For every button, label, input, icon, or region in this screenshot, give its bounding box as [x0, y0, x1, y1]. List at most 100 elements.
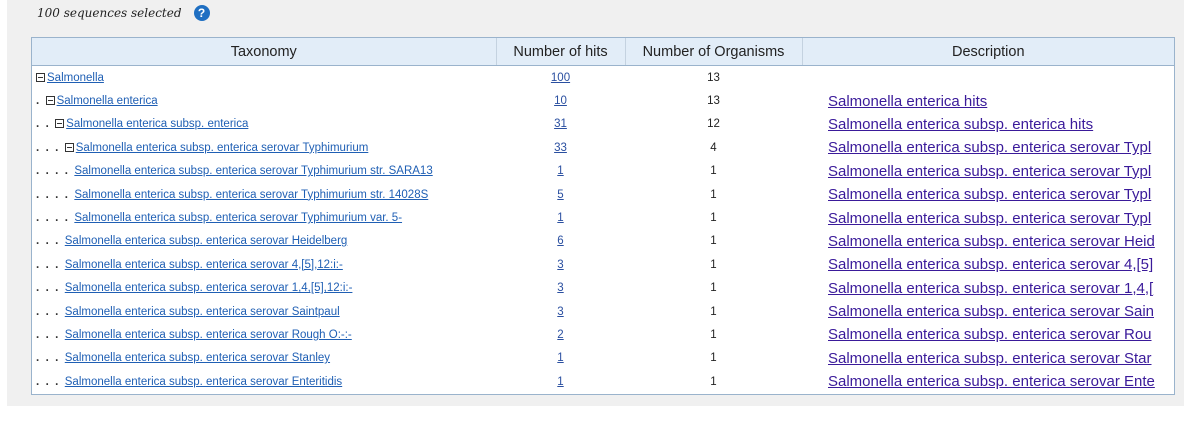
- description-cell: Salmonella enterica subsp. enterica sero…: [802, 300, 1174, 323]
- taxonomy-link[interactable]: Salmonella enterica subsp. enterica sero…: [76, 142, 369, 154]
- description-cell: Salmonella enterica subsp. enterica sero…: [802, 370, 1174, 393]
- taxonomy-cell: . . Salmonella enterica subsp. enterica: [32, 113, 496, 136]
- taxonomy-link[interactable]: Salmonella: [47, 72, 104, 84]
- organisms-count: 1: [710, 188, 717, 201]
- hits-cell: 2: [496, 323, 625, 346]
- tree-indent-dots: . . .: [36, 375, 65, 388]
- table-row: . . . Salmonella enterica subsp. enteric…: [32, 323, 1174, 346]
- collapse-toggle-icon[interactable]: [64, 142, 74, 152]
- taxonomy-link[interactable]: Salmonella enterica subsp. enterica: [66, 118, 248, 130]
- hits-link[interactable]: 6: [557, 235, 563, 247]
- collapse-toggle-icon[interactable]: [45, 96, 55, 106]
- taxonomy-link[interactable]: Salmonella enterica subsp. enterica sero…: [65, 329, 352, 341]
- description-link[interactable]: Salmonella enterica subsp. enterica sero…: [828, 303, 1154, 320]
- hits-link[interactable]: 33: [554, 142, 567, 154]
- description-link[interactable]: Salmonella enterica subsp. enterica sero…: [828, 233, 1155, 250]
- taxonomy-link[interactable]: Salmonella enterica subsp. enterica sero…: [74, 165, 432, 177]
- taxonomy-table: Taxonomy Number of hits Number of Organi…: [32, 38, 1174, 393]
- description-cell: Salmonella enterica subsp. enterica sero…: [802, 323, 1174, 346]
- taxonomy-link[interactable]: Salmonella enterica subsp. enterica sero…: [65, 306, 340, 318]
- description-cell: Salmonella enterica subsp. enterica sero…: [802, 183, 1174, 206]
- table-row: . . . . Salmonella enterica subsp. enter…: [32, 160, 1174, 183]
- hits-cell: 10: [496, 89, 625, 112]
- hits-link[interactable]: 3: [557, 306, 563, 318]
- taxonomy-link[interactable]: Salmonella enterica subsp. enterica sero…: [65, 282, 353, 294]
- table-row: . . . Salmonella enterica subsp. enteric…: [32, 136, 1174, 159]
- hits-link[interactable]: 1: [557, 352, 563, 364]
- organisms-count: 1: [710, 282, 717, 295]
- organisms-count: 1: [710, 352, 717, 365]
- description-link[interactable]: Salmonella enterica subsp. enterica hits: [828, 116, 1093, 133]
- description-link[interactable]: Salmonella enterica subsp. enterica sero…: [828, 350, 1152, 367]
- description-cell: Salmonella enterica hits: [802, 89, 1174, 112]
- taxonomy-link[interactable]: Salmonella enterica subsp. enterica sero…: [65, 352, 330, 364]
- header-number-of-hits[interactable]: Number of hits: [496, 38, 626, 66]
- hits-link[interactable]: 1: [557, 212, 563, 224]
- hits-link[interactable]: 3: [557, 259, 563, 271]
- hits-link[interactable]: 1: [557, 376, 563, 388]
- description-link[interactable]: Salmonella enterica subsp. enterica sero…: [828, 373, 1155, 390]
- collapse-toggle-icon[interactable]: [36, 72, 45, 82]
- hits-cell: 100: [496, 66, 625, 90]
- description-cell: Salmonella enterica subsp. enterica sero…: [802, 160, 1174, 183]
- tree-indent-dots: . . . .: [36, 212, 75, 225]
- organisms-count: 1: [710, 235, 717, 248]
- hits-link[interactable]: 10: [554, 95, 567, 107]
- description-link[interactable]: Salmonella enterica hits: [828, 93, 987, 110]
- hits-cell: 33: [496, 136, 625, 159]
- description-link[interactable]: Salmonella enterica subsp. enterica sero…: [828, 186, 1151, 203]
- hits-link[interactable]: 1: [557, 165, 563, 177]
- hits-cell: 3: [496, 253, 625, 276]
- taxonomy-link[interactable]: Salmonella enterica subsp. enterica sero…: [65, 235, 348, 247]
- table-row: . . . Salmonella enterica subsp. enteric…: [32, 277, 1174, 300]
- description-cell: Salmonella enterica subsp. enterica sero…: [802, 136, 1174, 159]
- header-description[interactable]: Description: [802, 38, 1174, 66]
- help-icon[interactable]: ?: [193, 5, 210, 21]
- description-cell: Salmonella enterica subsp. enterica sero…: [802, 230, 1174, 253]
- description-cell: Salmonella enterica subsp. enterica sero…: [802, 347, 1174, 370]
- taxonomy-cell: . . . Salmonella enterica subsp. enteric…: [32, 323, 496, 346]
- table-row: . . . Salmonella enterica subsp. enteric…: [32, 370, 1174, 393]
- taxonomy-cell: . . . Salmonella enterica subsp. enteric…: [32, 230, 496, 253]
- tree-indent-dots: .: [36, 95, 46, 108]
- taxonomy-link[interactable]: Salmonella enterica subsp. enterica sero…: [74, 189, 428, 201]
- hits-cell: 3: [496, 300, 625, 323]
- taxonomy-cell: . . . Salmonella enterica subsp. enteric…: [32, 136, 496, 159]
- description-link[interactable]: Salmonella enterica subsp. enterica sero…: [828, 280, 1153, 297]
- hits-cell: 31: [496, 113, 625, 136]
- taxonomy-cell: . . . Salmonella enterica subsp. enteric…: [32, 277, 496, 300]
- taxonomy-cell: . . . . Salmonella enterica subsp. enter…: [32, 206, 496, 229]
- hits-link[interactable]: 2: [557, 329, 563, 341]
- header-number-of-organisms[interactable]: Number of Organisms: [625, 38, 803, 66]
- hits-link[interactable]: 100: [551, 72, 570, 84]
- hits-link[interactable]: 5: [557, 189, 563, 201]
- taxonomy-link[interactable]: Salmonella enterica: [57, 95, 158, 107]
- description-cell: Salmonella enterica subsp. enterica sero…: [802, 253, 1174, 276]
- description-link[interactable]: Salmonella enterica subsp. enterica sero…: [828, 139, 1151, 156]
- table-row: . . Salmonella enterica subsp. enterica 3…: [32, 113, 1174, 136]
- hits-link[interactable]: 31: [554, 118, 567, 130]
- taxonomy-table-container[interactable]: Taxonomy Number of hits Number of Organi…: [31, 37, 1175, 395]
- tree-indent-dots: . .: [36, 118, 56, 131]
- organisms-count: 1: [710, 328, 717, 341]
- description-cell: [802, 66, 1174, 90]
- description-link[interactable]: Salmonella enterica subsp. enterica sero…: [828, 256, 1153, 273]
- description-link[interactable]: Salmonella enterica subsp. enterica sero…: [828, 326, 1152, 343]
- hits-link[interactable]: 3: [557, 282, 563, 294]
- taxonomy-link[interactable]: Salmonella enterica subsp. enterica sero…: [65, 376, 342, 388]
- taxonomy-link[interactable]: Salmonella enterica subsp. enterica sero…: [65, 259, 343, 271]
- hits-cell: 6: [496, 230, 625, 253]
- table-row: . . . . Salmonella enterica subsp. enter…: [32, 206, 1174, 229]
- taxonomy-panel: 100 sequences selected ? Taxonomy Number…: [7, 0, 1184, 406]
- selected-count-text: 100 sequences selected: [37, 6, 182, 20]
- taxonomy-link[interactable]: Salmonella enterica subsp. enterica sero…: [74, 212, 402, 224]
- hits-cell: 3: [496, 277, 625, 300]
- header-taxonomy[interactable]: Taxonomy: [32, 38, 497, 66]
- description-link[interactable]: Salmonella enterica subsp. enterica sero…: [828, 210, 1151, 227]
- taxonomy-cell: . . . Salmonella enterica subsp. enteric…: [32, 347, 496, 370]
- tree-indent-dots: . . .: [36, 328, 65, 341]
- description-cell: Salmonella enterica subsp. enterica hits: [802, 113, 1174, 136]
- description-link[interactable]: Salmonella enterica subsp. enterica sero…: [828, 163, 1151, 180]
- table-row: . . . Salmonella enterica subsp. enteric…: [32, 230, 1174, 253]
- collapse-toggle-icon[interactable]: [55, 119, 65, 129]
